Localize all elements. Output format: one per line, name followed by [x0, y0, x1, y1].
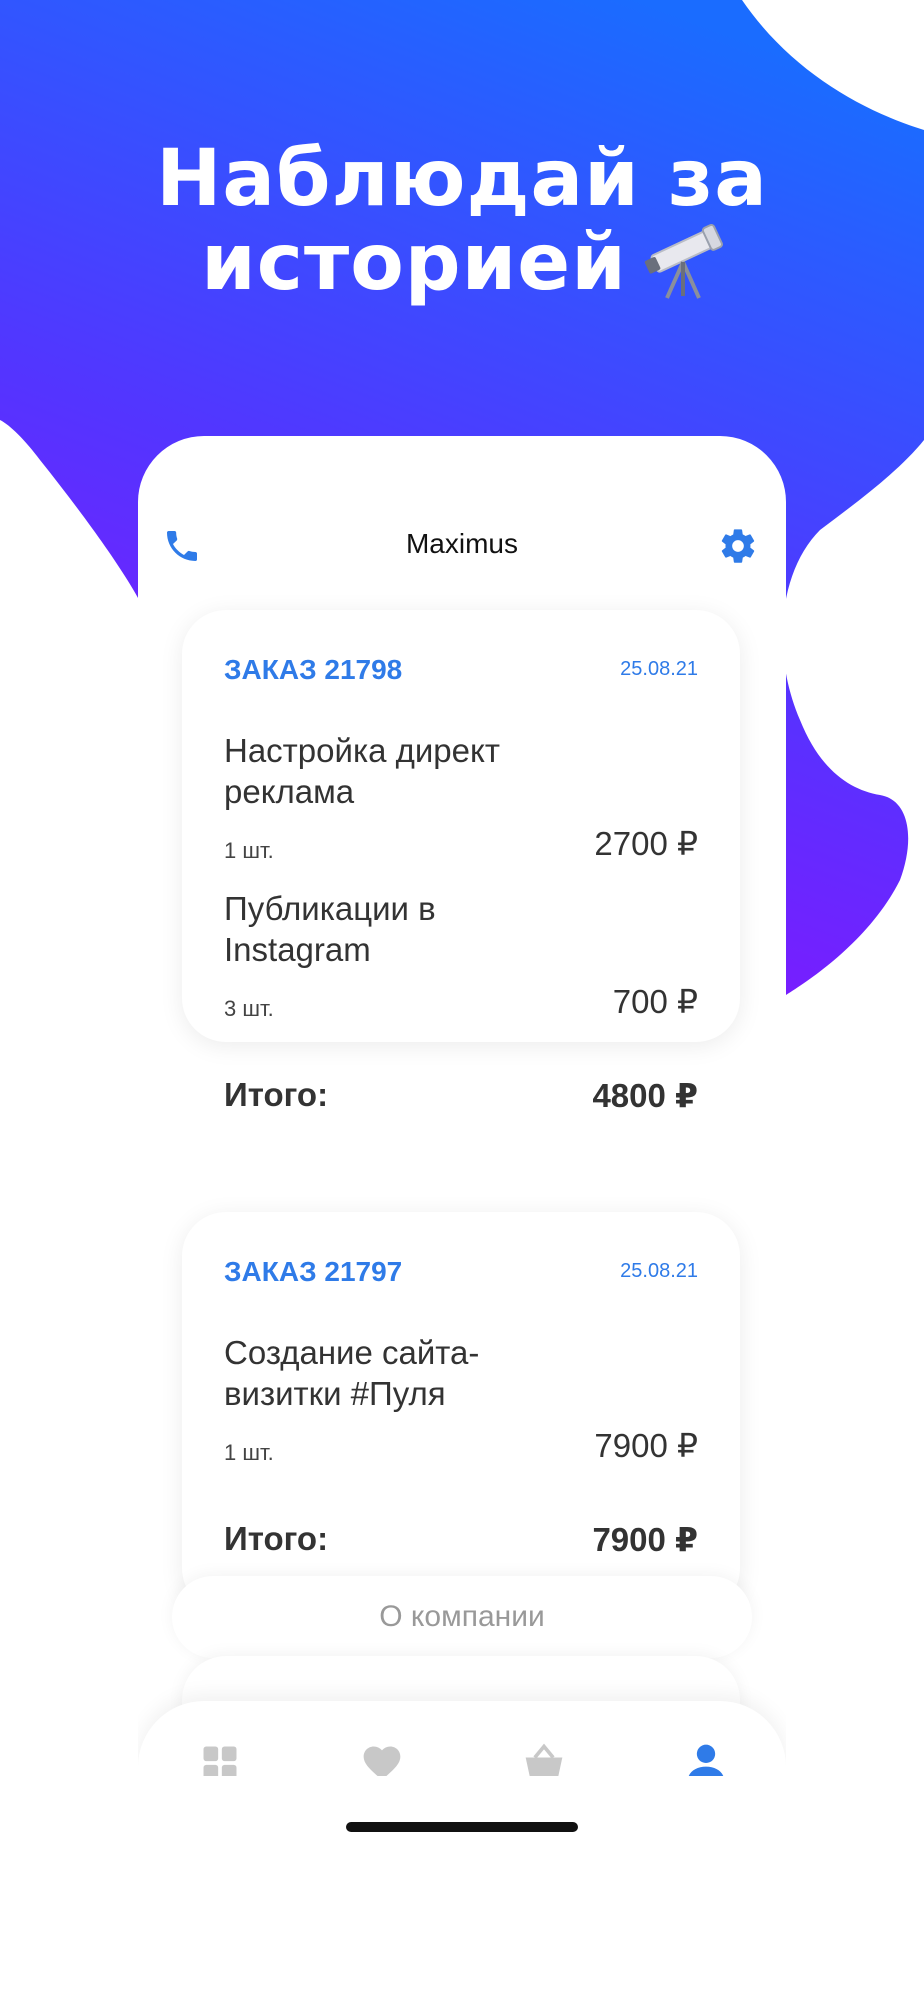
- item-name: Публикации в Instagram: [224, 890, 436, 968]
- order-number: ЗАКАЗ 21797: [224, 1256, 403, 1287]
- grid-icon[interactable]: [198, 1741, 242, 1776]
- item-price: 2700 ₽: [594, 825, 698, 862]
- home-indicator: [346, 1822, 578, 1832]
- item-quantity: 1 шт.: [224, 838, 274, 863]
- telescope-icon: [643, 220, 723, 315]
- total-value: 7900 ₽: [592, 1521, 698, 1558]
- item-name: Настройка директ реклама: [224, 732, 500, 810]
- profile-icon[interactable]: [684, 1741, 728, 1776]
- item-name: Создание сайта-визитки #Пуля: [224, 1334, 480, 1412]
- order-date: 25.08.21: [620, 1260, 698, 1282]
- app-screen: Maximus ЗАКАЗ 21798 25.08.21 Настройка д…: [138, 436, 786, 1776]
- basket-icon[interactable]: [522, 1741, 566, 1776]
- headline-line-2-text: историей: [201, 217, 627, 308]
- gear-icon[interactable]: [718, 526, 758, 571]
- order-card[interactable]: ЗАКАЗ 21798 25.08.21 Настройка директ ре…: [182, 610, 740, 1114]
- item-quantity: 3 шт.: [224, 996, 274, 1021]
- headline-line-2: историей: [0, 220, 924, 315]
- item-price: 7900 ₽: [594, 1427, 698, 1464]
- headline-line-1: Наблюдай за: [156, 134, 768, 224]
- total-label: Итого:: [224, 1076, 329, 1113]
- headline: Наблюдай за историей: [0, 138, 924, 315]
- order-date: 25.08.21: [620, 658, 698, 680]
- app-header: Maximus: [138, 516, 786, 576]
- app-title: Maximus: [405, 528, 518, 559]
- tab-bar: [138, 1701, 786, 1776]
- heart-icon[interactable]: [360, 1741, 404, 1776]
- item-quantity: 1 шт.: [224, 1440, 274, 1465]
- about-company-button[interactable]: О компании: [172, 1576, 752, 1658]
- total-value: 4800 ₽: [592, 1077, 698, 1114]
- total-label: Итого:: [224, 1520, 329, 1557]
- item-price: 700 ₽: [612, 983, 698, 1020]
- order-number: ЗАКАЗ 21798: [224, 654, 403, 685]
- order-card[interactable]: ЗАКАЗ 21797 25.08.21 Создание сайта-визи…: [182, 1212, 740, 1612]
